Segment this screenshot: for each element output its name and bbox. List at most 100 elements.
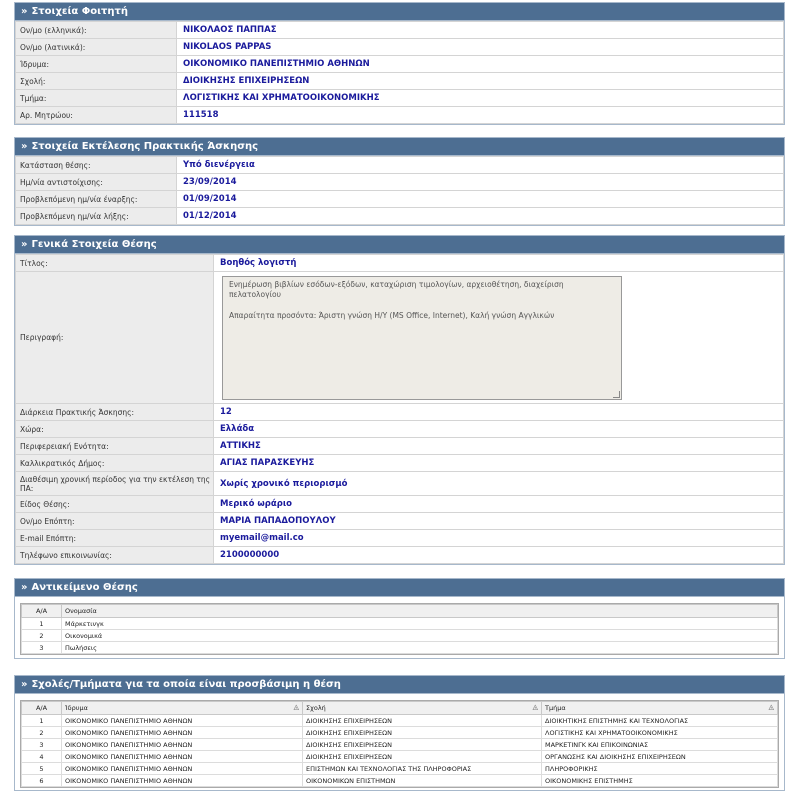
row-number: 2	[21, 629, 62, 642]
kv-row: E-mail Επόπτη: myemail@mail.co	[15, 529, 784, 547]
field-value: Ελλάδα	[213, 420, 784, 438]
chevron-right-icon: »	[21, 239, 28, 250]
description-cell: Ενημέρωση βιβλίων εσόδων-εξόδων, καταχώρ…	[213, 271, 784, 404]
schools-panel: » Σχολές/Τμήματα για τα οποία είναι προσβ…	[14, 675, 785, 791]
position-panel-header: » Γενικά Στοιχεία Θέσης	[15, 236, 784, 254]
table-row[interactable]: 1 Μάρκετινγκ	[21, 617, 778, 630]
column-header-label: Σχολή	[306, 704, 326, 712]
table-row[interactable]: 2 ΟΙΚΟΝΟΜΙΚΟ ΠΑΝΕΠΙΣΤΗΜΙΟ ΑΘΗΝΩΝ ΔΙΟΙΚΗΣΗΣ…	[21, 726, 778, 739]
field-value: ΜΑΡΙΑ ΠΑΠΑΔΟΠΟΥΛΟΥ	[213, 512, 784, 530]
kv-row: Περιφερειακή Ενότητα: ΑΤΤΙΚΗΣ	[15, 437, 784, 455]
subject-grid: Α/Α Ονομασία 1 Μάρκετινγκ 2 Οικονομικά 3 Πωλ…	[21, 604, 778, 654]
kv-row: Σχολή: ΔΙΟΙΚΗΣΗΣ ΕΠΙΧΕΙΡΗΣΕΩΝ	[15, 72, 784, 90]
field-label: Περιφερειακή Ενότητα:	[15, 437, 214, 455]
execution-panel-header: » Στοιχεία Εκτέλεσης Πρακτικής Άσκησης	[15, 138, 784, 156]
field-value: Χωρίς χρονικό περιορισμό	[213, 471, 784, 496]
row-number: 3	[21, 738, 62, 751]
table-row[interactable]: 2 Οικονομικά	[21, 629, 778, 642]
field-label: Κατάσταση θέσης:	[15, 156, 177, 174]
kv-row: Ημ/νία αντιστοίχισης: 23/09/2014	[15, 173, 784, 191]
kv-row: Διάρκεια Πρακτικής Άσκησης: 12	[15, 403, 784, 421]
row-cell: ΟΙΚΟΝΟΜΙΚΟ ΠΑΝΕΠΙΣΤΗΜΙΟ ΑΘΗΝΩΝ	[61, 726, 303, 739]
column-header[interactable]: Σχολή ◬	[302, 701, 542, 715]
field-label: Προβλεπόμενη ημ/νία λήξης:	[15, 207, 177, 225]
field-value: 23/09/2014	[176, 173, 784, 191]
field-label: Ον/μο (λατινικά):	[15, 38, 177, 56]
kv-row: Ον/μο Επόπτη: ΜΑΡΙΑ ΠΑΠΑΔΟΠΟΥΛΟΥ	[15, 512, 784, 530]
column-header-label: Τμήμα	[545, 704, 566, 712]
field-value: 111518	[176, 106, 784, 124]
kv-row: Περιγραφή: Ενημέρωση βιβλίων εσόδων-εξόδ…	[15, 271, 784, 404]
row-cell: Οικονομικά	[61, 629, 778, 642]
row-number: 2	[21, 726, 62, 739]
supervisor-email: myemail@mail.co	[213, 529, 784, 547]
row-number: 5	[21, 762, 62, 775]
row-cell: ΟΙΚΟΝΟΜΙΚΟ ΠΑΝΕΠΙΣΤΗΜΙΟ ΑΘΗΝΩΝ	[61, 750, 303, 763]
resize-grip-icon[interactable]	[613, 390, 620, 398]
sort-icon[interactable]: ◬	[769, 703, 774, 711]
field-value: 01/09/2014	[176, 190, 784, 208]
field-value: 12	[213, 403, 784, 421]
field-value: Βοηθός λογιστή	[213, 254, 784, 272]
schools-grid-container: Α/Α Ίδρυμα ◬ Σχολή ◬ Τμήμα ◬ 1 ΟΙΚΟΝΟΜΙΚΟ ΠΑ…	[20, 700, 779, 788]
kv-row: Προβλεπόμενη ημ/νία έναρξης: 01/09/2014	[15, 190, 784, 208]
kv-row: Τίτλος: Βοηθός λογιστή	[15, 254, 784, 272]
field-label: Ίδρυμα:	[15, 55, 177, 73]
row-cell: ΟΙΚΟΝΟΜΙΚΟ ΠΑΝΕΠΙΣΤΗΜΙΟ ΑΘΗΝΩΝ	[61, 738, 303, 751]
table-row[interactable]: 3 ΟΙΚΟΝΟΜΙΚΟ ΠΑΝΕΠΙΣΤΗΜΙΟ ΑΘΗΝΩΝ ΔΙΟΙΚΗΣΗΣ…	[21, 738, 778, 751]
row-cell: Πωλήσεις	[61, 641, 778, 654]
schools-panel-header: » Σχολές/Τμήματα για τα οποία είναι προσβ…	[15, 676, 784, 694]
field-label: Χώρα:	[15, 420, 214, 438]
table-row[interactable]: 5 ΟΙΚΟΝΟΜΙΚΟ ΠΑΝΕΠΙΣΤΗΜΙΟ ΑΘΗΝΩΝ ΕΠΙΣΤΗΜΩΝ…	[21, 762, 778, 775]
row-cell: ΟΙΚΟΝΟΜΙΚΩΝ ΕΠΙΣΤΗΜΩΝ	[302, 774, 542, 787]
row-cell: ΟΙΚΟΝΟΜΙΚΟ ΠΑΝΕΠΙΣΤΗΜΙΟ ΑΘΗΝΩΝ	[61, 774, 303, 787]
field-value: ΑΓΙΑΣ ΠΑΡΑΣΚΕΥΗΣ	[213, 454, 784, 472]
kv-row: Κατάσταση θέσης: Υπό διενέργεια	[15, 156, 784, 174]
sort-icon[interactable]: ◬	[533, 703, 538, 711]
field-value: ΛΟΓΙΣΤΙΚΗΣ ΚΑΙ ΧΡΗΜΑΤΟΟΙΚΟΝΟΜΙΚΗΣ	[176, 89, 784, 107]
table-row[interactable]: 4 ΟΙΚΟΝΟΜΙΚΟ ΠΑΝΕΠΙΣΤΗΜΙΟ ΑΘΗΝΩΝ ΔΙΟΙΚΗΣΗΣ…	[21, 750, 778, 763]
field-value: ΑΤΤΙΚΗΣ	[213, 437, 784, 455]
field-label: E-mail Επόπτη:	[15, 529, 214, 547]
grid-header-row: Α/Α Ίδρυμα ◬ Σχολή ◬ Τμήμα ◬	[21, 701, 778, 715]
row-number: 3	[21, 641, 62, 654]
column-header[interactable]: Ονομασία	[61, 604, 778, 618]
row-cell: ΟΙΚΟΝΟΜΙΚΗΣ ΕΠΙΣΤΗΜΗΣ	[541, 774, 778, 787]
row-cell: ΔΙΟΙΚΗΤΙΚΗΣ ΕΠΙΣΤΗΜΗΣ ΚΑΙ ΤΕΧΝΟΛΟΓΙΑΣ	[541, 714, 778, 727]
column-header[interactable]: Α/Α	[21, 701, 62, 715]
field-label: Καλλικρατικός Δήμος:	[15, 454, 214, 472]
field-label: Διαθέσιμη χρονική περίοδος για την εκτέλ…	[15, 471, 214, 496]
position-table: Τίτλος: Βοηθός λογιστή Περιγραφή: Ενημέρω…	[15, 254, 784, 564]
field-label: Είδος Θέσης:	[15, 495, 214, 513]
kv-row: Τμήμα: ΛΟΓΙΣΤΙΚΗΣ ΚΑΙ ΧΡΗΜΑΤΟΟΙΚΟΝΟΜΙΚΗΣ	[15, 89, 784, 107]
table-row[interactable]: 6 ΟΙΚΟΝΟΜΙΚΟ ΠΑΝΕΠΙΣΤΗΜΙΟ ΑΘΗΝΩΝ ΟΙΚΟΝΟΜΙΚ…	[21, 774, 778, 787]
row-number: 1	[21, 714, 62, 727]
field-label: Ον/μο Επόπτη:	[15, 512, 214, 530]
field-value: NIKOLAOS PAPPAS	[176, 38, 784, 56]
chevron-right-icon: »	[21, 582, 28, 593]
column-header-label: Ίδρυμα	[65, 704, 88, 712]
student-table: Ον/μο (ελληνικά): ΝΙΚΟΛΑΟΣ ΠΑΠΠΑΣ Ον/μο (…	[15, 21, 784, 124]
row-cell: ΔΙΟΙΚΗΣΗΣ ΕΠΙΧΕΙΡΗΣΕΩΝ	[302, 750, 542, 763]
execution-panel: » Στοιχεία Εκτέλεσης Πρακτικής Άσκησης Κα…	[14, 137, 785, 226]
column-header[interactable]: Α/Α	[21, 604, 62, 618]
row-number: 4	[21, 750, 62, 763]
grid-header-row: Α/Α Ονομασία	[21, 604, 778, 618]
chevron-right-icon: »	[21, 679, 28, 690]
sort-icon[interactable]: ◬	[294, 703, 299, 711]
description-textarea[interactable]: Ενημέρωση βιβλίων εσόδων-εξόδων, καταχώρ…	[222, 275, 622, 400]
column-header[interactable]: Ίδρυμα ◬	[61, 701, 303, 715]
field-label: Τηλέφωνο επικοινωνίας:	[15, 546, 214, 564]
kv-row: Αρ. Μητρώου: 111518	[15, 106, 784, 124]
chevron-right-icon: »	[21, 6, 28, 17]
row-cell: Μάρκετινγκ	[61, 617, 778, 630]
field-label: Τμήμα:	[15, 89, 177, 107]
subject-panel-header: » Αντικείμενο Θέσης	[15, 579, 784, 597]
chevron-right-icon: »	[21, 141, 28, 152]
field-label: Ον/μο (ελληνικά):	[15, 21, 177, 39]
table-row[interactable]: 1 ΟΙΚΟΝΟΜΙΚΟ ΠΑΝΕΠΙΣΤΗΜΙΟ ΑΘΗΝΩΝ ΔΙΟΙΚΗΣΗΣ…	[21, 714, 778, 727]
description-requirements: Απαραίτητα προσόντα: Άριστη γνώση Η/Υ (M…	[229, 310, 555, 320]
field-value: 01/12/2014	[176, 207, 784, 225]
column-header[interactable]: Τμήμα ◬	[541, 701, 778, 715]
table-row[interactable]: 3 Πωλήσεις	[21, 641, 778, 654]
